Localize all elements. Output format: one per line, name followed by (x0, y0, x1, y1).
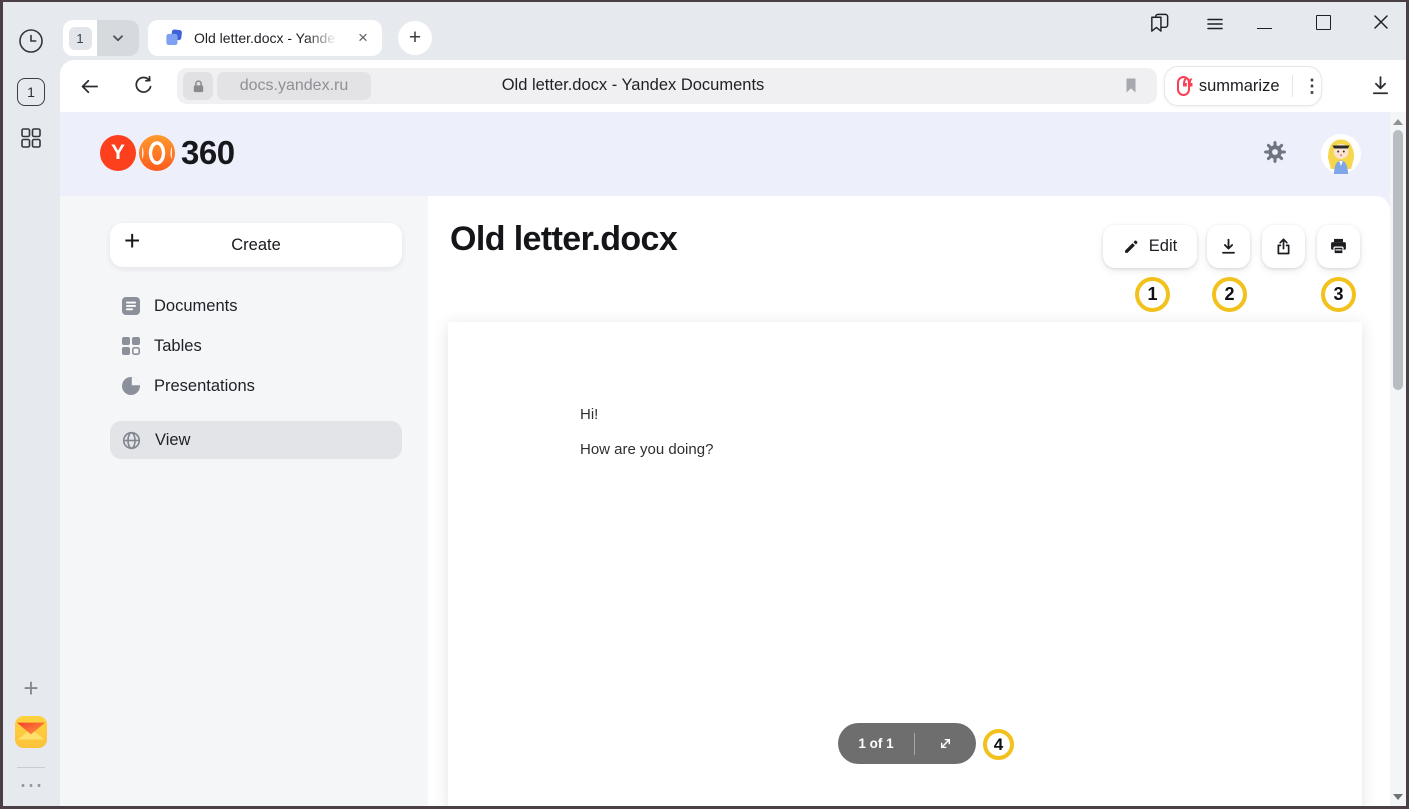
tab-close-icon[interactable]: × (352, 27, 374, 49)
panel-item-tables[interactable]: Tables (110, 328, 402, 364)
url-domain[interactable]: docs.yandex.ru (217, 72, 371, 100)
summarize-button[interactable]: “ summarize ⋮ (1164, 66, 1322, 106)
bookmark-flag-icon[interactable] (1123, 77, 1139, 99)
tables-grid-icon (122, 337, 140, 355)
print-button[interactable] (1317, 225, 1360, 268)
sidebar-add-icon[interactable]: + (14, 672, 48, 704)
logo-360-text: 360 (181, 134, 235, 172)
printer-icon (1329, 237, 1348, 256)
downloads-icon[interactable] (1368, 73, 1393, 103)
history-clock-icon[interactable] (18, 28, 44, 59)
logo-o-circle (139, 135, 175, 171)
documents-side-panel: + Create Documents Tables Presentations … (60, 196, 428, 809)
scroll-down-arrow[interactable] (1393, 794, 1403, 800)
yandex-mail-app-icon[interactable] (15, 716, 47, 753)
close-window-button[interactable] (1372, 13, 1390, 36)
edit-button[interactable]: Edit (1103, 225, 1197, 268)
download-icon (1219, 237, 1238, 256)
page-title: Old letter.docx - Yandex Documents (463, 76, 803, 95)
globe-icon (122, 431, 141, 450)
new-tab-button[interactable]: + (398, 21, 432, 55)
doc-text-line: How are you doing? (580, 441, 713, 458)
scroll-up-arrow[interactable] (1393, 119, 1403, 125)
avatar[interactable] (1321, 134, 1361, 179)
tab-count-label: 1 (27, 84, 35, 100)
tab-group[interactable]: 1 (63, 20, 139, 56)
menu-hamburger-icon[interactable] (1206, 15, 1224, 38)
documents-favicon (164, 28, 184, 53)
browser-toolbar: docs.yandex.ru Old letter.docx - Yandex … (60, 60, 1409, 112)
document-title: Old letter.docx (450, 220, 677, 259)
back-icon[interactable] (78, 75, 101, 103)
page-indicator-label: 1 of 1 (838, 736, 914, 751)
summarize-label: summarize (1199, 77, 1280, 96)
logo-y-circle: Y (100, 135, 136, 171)
scrollbar-thumb[interactable] (1393, 130, 1403, 390)
annotation-circle-3: 3 (1321, 277, 1356, 312)
minimize-button[interactable] (1257, 28, 1272, 29)
sidebar-more-icon[interactable]: ⋯ (12, 772, 50, 798)
chevron-down-icon (110, 30, 126, 46)
address-bar[interactable]: docs.yandex.ru Old letter.docx - Yandex … (177, 68, 1157, 104)
share-icon (1274, 237, 1293, 256)
summarize-quote-icon: “ (1177, 76, 1190, 96)
panel-item-documents[interactable]: Documents (110, 288, 402, 324)
reload-icon[interactable] (132, 74, 155, 102)
document-icon (122, 297, 140, 315)
y360-logo[interactable]: Y 360 (100, 134, 235, 172)
annotation-circle-4: 4 (983, 729, 1014, 760)
kebab-menu-icon[interactable]: ⋮ (1303, 76, 1321, 97)
window-edge-top (0, 0, 1409, 2)
sidebar-divider (17, 767, 45, 768)
fullscreen-expand-icon[interactable] (915, 735, 976, 752)
tab-group-chevron-button[interactable] (97, 20, 139, 56)
pie-icon (122, 377, 140, 395)
tab-title-fade (306, 22, 348, 54)
doc-text-line: Hi! (580, 406, 598, 423)
tab-group-count[interactable]: 1 (63, 20, 97, 56)
window-edge-left (0, 0, 3, 809)
browser-sidebar: 1 + ⋯ (0, 0, 60, 809)
dashboard-grid-icon[interactable] (19, 126, 43, 155)
page-indicator-pill[interactable]: 1 of 1 (838, 723, 976, 764)
pencil-icon (1123, 238, 1140, 255)
maximize-button[interactable] (1316, 15, 1331, 30)
ssl-lock-badge[interactable] (183, 72, 213, 100)
create-button[interactable]: + Create (110, 223, 402, 267)
annotation-circle-1: 1 (1135, 277, 1170, 312)
active-tab[interactable]: Old letter.docx - Yandex × (148, 20, 382, 56)
annotation-circle-2: 2 (1212, 277, 1247, 312)
download-button[interactable] (1207, 225, 1250, 268)
lock-icon (191, 79, 206, 94)
settings-gear-icon[interactable] (1262, 139, 1288, 170)
tab-strip: 1 Old letter.docx - Yandex × + (60, 0, 1409, 60)
plus-icon: + (124, 225, 140, 257)
panel-item-view[interactable]: View (110, 421, 402, 459)
tab-count-button[interactable]: 1 (17, 78, 45, 106)
panel-item-presentations[interactable]: Presentations (110, 368, 402, 404)
share-button[interactable] (1262, 225, 1305, 268)
page-scrollbar[interactable] (1390, 112, 1406, 809)
side-panel-icon[interactable] (1148, 11, 1171, 39)
